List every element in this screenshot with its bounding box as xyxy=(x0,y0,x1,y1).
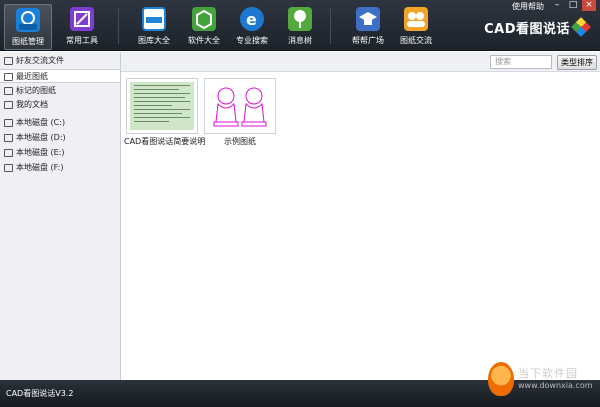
sidebar-item-label: 本地磁盘 (D:) xyxy=(16,133,66,142)
toolbar-software-button[interactable]: 软件大全 xyxy=(180,4,228,50)
toolbar-exchange-button[interactable]: 图纸交流 xyxy=(392,4,440,50)
sort-by-type-button[interactable]: 类型排序 xyxy=(557,55,597,70)
dwg-file-icon xyxy=(142,7,166,31)
tools-icon xyxy=(70,7,94,31)
drive-icon xyxy=(4,149,13,157)
drive-icon xyxy=(4,119,13,127)
toolbar-divider xyxy=(118,8,119,44)
sidebar-item-label: 最近图纸 xyxy=(16,72,48,81)
content-toolbar: 搜索 ⌕ 类型排序 xyxy=(121,52,600,72)
watermark-url: www.downxia.com xyxy=(518,381,593,390)
watermark: 当下软件园 www.downxia.com xyxy=(488,360,598,400)
toolbar-common-tools-button[interactable]: 常用工具 xyxy=(58,4,106,50)
main-toolbar: 图纸管理 常用工具 图库大全 软件大全 e 专业搜索 消息树 帮帮广场 图纸交流… xyxy=(0,0,600,51)
toolbar-label: 图库大全 xyxy=(138,36,170,45)
sidebar-item-label: 本地磁盘 (E:) xyxy=(16,148,65,157)
marked-folder-icon xyxy=(4,87,13,95)
sidebar-item-friend-files[interactable]: 好友交流文件 xyxy=(0,54,120,68)
drawing-manage-icon xyxy=(16,8,40,32)
file-thumbnail[interactable] xyxy=(126,78,198,134)
sidebar-item-label: 好友交流文件 xyxy=(16,56,64,65)
toolbar-message-tree-button[interactable]: 消息树 xyxy=(276,4,324,50)
document-preview xyxy=(130,82,194,130)
box-icon xyxy=(192,7,216,31)
sidebar-item-drive-c[interactable]: 本地磁盘 (C:) xyxy=(0,116,120,130)
version-label: CAD看图说话V3.2 xyxy=(6,389,74,398)
watermark-title: 当下软件园 xyxy=(518,367,578,380)
brand-name: CAD看图说话 xyxy=(484,22,570,37)
tree-icon xyxy=(288,7,312,31)
graduation-cap-icon xyxy=(356,7,380,31)
toolbar-label: 图纸管理 xyxy=(12,37,44,46)
help-link[interactable]: 使用帮助 xyxy=(512,1,544,12)
sidebar-item-recent[interactable]: 最近图纸 xyxy=(0,69,120,83)
brand-logo-icon xyxy=(571,17,591,37)
sidebar-item-label: 本地磁盘 (F:) xyxy=(16,163,64,172)
sidebar-item-drive-f[interactable]: 本地磁盘 (F:) xyxy=(0,161,120,175)
toolbar-drawing-manage-button[interactable]: 图纸管理 xyxy=(4,4,52,50)
sidebar-item-drive-d[interactable]: 本地磁盘 (D:) xyxy=(0,131,120,145)
documents-icon xyxy=(4,101,13,109)
drawing-preview xyxy=(213,87,267,127)
toolbar-label: 常用工具 xyxy=(66,36,98,45)
sidebar: 好友交流文件 最近图纸 标记的图纸 我的文档 本地磁盘 (C:) 本地磁盘 (D… xyxy=(0,52,121,380)
file-name[interactable]: 示例图纸 xyxy=(224,136,256,147)
toolbar-help-square-button[interactable]: 帮帮广场 xyxy=(344,4,392,50)
toolbar-label: 帮帮广场 xyxy=(352,36,384,45)
sidebar-item-drive-e[interactable]: 本地磁盘 (E:) xyxy=(0,146,120,160)
file-thumbnail[interactable] xyxy=(204,78,276,134)
file-name[interactable]: CAD看图说话简要说明 xyxy=(124,136,205,147)
drive-icon xyxy=(4,164,13,172)
sidebar-item-marked[interactable]: 标记的图纸 xyxy=(0,84,120,98)
svg-text:e: e xyxy=(246,10,257,29)
users-icon xyxy=(404,7,428,31)
toolbar-label: 消息树 xyxy=(288,36,312,45)
toolbar-label: 软件大全 xyxy=(188,36,220,45)
toolbar-label: 专业搜索 xyxy=(236,36,268,45)
sidebar-item-label: 标记的图纸 xyxy=(16,86,56,95)
toolbar-label: 图纸交流 xyxy=(400,36,432,45)
file-grid: CAD看图说话简要说明 示例图纸 xyxy=(121,72,600,380)
sidebar-item-my-documents[interactable]: 我的文档 xyxy=(0,98,120,112)
minimize-button[interactable]: – xyxy=(550,0,564,11)
toolbar-divider xyxy=(330,8,331,44)
recent-icon xyxy=(4,73,13,81)
sidebar-item-label: 我的文档 xyxy=(16,100,48,109)
browser-e-icon: e xyxy=(240,7,264,31)
close-button[interactable]: × xyxy=(582,0,596,11)
drive-icon xyxy=(4,134,13,142)
maximize-button[interactable]: □ xyxy=(566,0,580,11)
sidebar-item-label: 本地磁盘 (C:) xyxy=(16,118,66,127)
toolbar-library-button[interactable]: 图库大全 xyxy=(130,4,178,50)
search-input[interactable]: 搜索 xyxy=(490,55,552,69)
watermark-logo-icon xyxy=(488,362,514,396)
toolbar-search-button[interactable]: e 专业搜索 xyxy=(228,4,276,50)
folder-icon xyxy=(4,57,13,65)
